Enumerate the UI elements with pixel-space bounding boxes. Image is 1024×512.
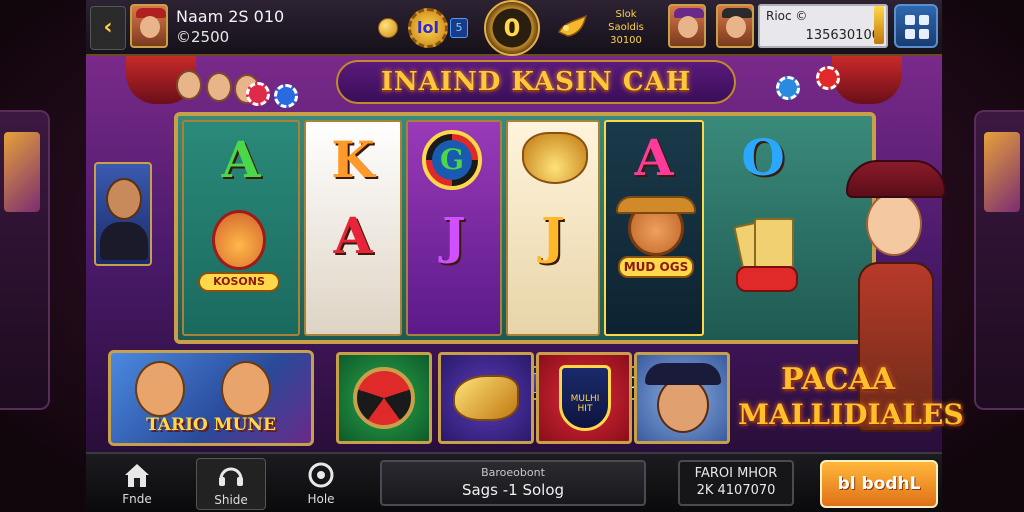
chevron-left-icon: ‹ [103,15,113,40]
reel-6: O [708,120,818,336]
jackpot-title: PACAA MALLIDIALES [738,352,964,444]
cowboy-hat [616,196,696,214]
friend-name: Rioc © [766,9,808,23]
curtain-right [832,56,902,104]
chip-icon [816,66,840,90]
symbol-letter: J [541,206,565,265]
level-extra-badge: 5 [450,18,468,38]
bonus-line-1: Slok [615,9,637,20]
nav-home[interactable]: Fnde [102,458,172,510]
bonus-info: Slok Saoldis 30100 [596,8,656,47]
symbol-letter: A [333,206,373,265]
jester-symbol [212,210,266,270]
friend-value: 135630100 [805,28,880,43]
nav-guide-label: Shide [214,493,248,507]
genie-lamp-icon[interactable] [556,10,590,44]
balance-display: Baroeobont Sags -1 Solog [380,460,646,506]
mini-game-roulette[interactable] [336,352,432,444]
symbol-letter: K [331,130,375,189]
friend-progress-bar [874,6,884,44]
reels-frame: A KOSONS K A J J A MUD OGS O [174,112,876,400]
roulette-symbol [422,130,482,190]
level-badge[interactable]: lol [408,8,448,48]
symbol-letter: A [221,130,261,189]
reel-5: A MUD OGS [604,120,704,336]
shield-text: MULHI HIT [570,394,600,414]
friend-avatar-2[interactable] [716,4,754,48]
bonus-line-2: Saoldis [608,22,644,33]
reel-1: A KOSONS [182,120,300,336]
roulette-icon [353,367,415,429]
side-slot-machine-right [974,110,1024,410]
nav-guide[interactable]: Shide [196,458,266,510]
coin-icon [378,18,398,38]
target-icon [308,462,334,488]
chip-icon [274,84,298,108]
slot-machine: INAIND KASIN CAH A KOSONS K A J J A [86,56,964,452]
chip-icon [776,76,800,100]
gold-ingot-symbol [522,132,588,184]
bottom-nav: Fnde Shide Hole Baroeobont Sags -1 Solog… [86,452,942,512]
reel-3: J [406,120,502,336]
mini-game-lamp[interactable] [438,352,534,444]
player-coins: ©2500 [176,28,230,46]
genie-lamp-icon [453,375,519,421]
player-name: Naam 2S 010 [176,7,285,26]
promo-card[interactable]: TARIO MUNE [108,350,314,446]
promo-label: TARIO MUNE [146,415,276,435]
grid-icon [905,15,915,25]
bonus-line-3: 30100 [610,35,642,46]
reel-4: J [506,120,600,336]
shield-icon: MULHI HIT [559,365,611,431]
home-icon [125,464,149,487]
jester-label: KOSONS [198,272,280,292]
back-button[interactable]: ‹ [90,6,126,50]
nav-hole-label: Hole [307,492,335,506]
gambler-icon [657,377,709,433]
reel-2: K A [304,120,402,336]
player-avatar[interactable] [130,4,168,48]
mud-label: MUD OGS [618,256,694,278]
bonus-wheel-button[interactable]: 0 [484,0,540,56]
grid-menu-button[interactable] [894,4,938,48]
bonus-wheel-digit: 0 [503,14,521,42]
symbol-letter: O [741,128,785,187]
bet-display[interactable]: FAROI MHOR 2K 4107070 [678,460,794,506]
symbol-letter: A [634,128,674,187]
bet-label: FAROI MHOR [694,466,778,481]
mini-game-gambler[interactable] [634,352,730,444]
nav-home-label: Fnde [122,492,152,506]
friend-info-box: Rioc © 135630100 [758,4,888,48]
top-bar: ‹ Naam 2S 010 ©2500 lol 5 0 Slok Saoldis… [86,0,942,56]
balance-label: Baroeobont [481,466,545,479]
cards-gift-symbol [732,210,802,292]
spin-button[interactable]: bl bodhL [820,460,938,508]
balance-value: Sags -1 Solog [461,481,565,499]
jackpot-line-2: MALLIDIALES [738,398,964,431]
game-title: INAIND KASIN CAH [336,60,736,104]
bonus-strip: TARIO MUNE MULHI HIT PACAA MALLIDIALES [108,350,964,448]
headset-icon [219,467,243,486]
side-slot-machine-left [0,110,50,410]
bet-value: 2K 4107070 [696,483,776,498]
chip-icon [246,82,270,106]
jackpot-line-1: PACAA [780,362,896,397]
symbol-letter: J [442,206,466,265]
friend-avatar-1[interactable] [668,4,706,48]
mini-game-shield[interactable]: MULHI HIT [536,352,632,444]
nav-hole[interactable]: Hole [286,458,356,510]
dealer-portrait [94,162,152,266]
